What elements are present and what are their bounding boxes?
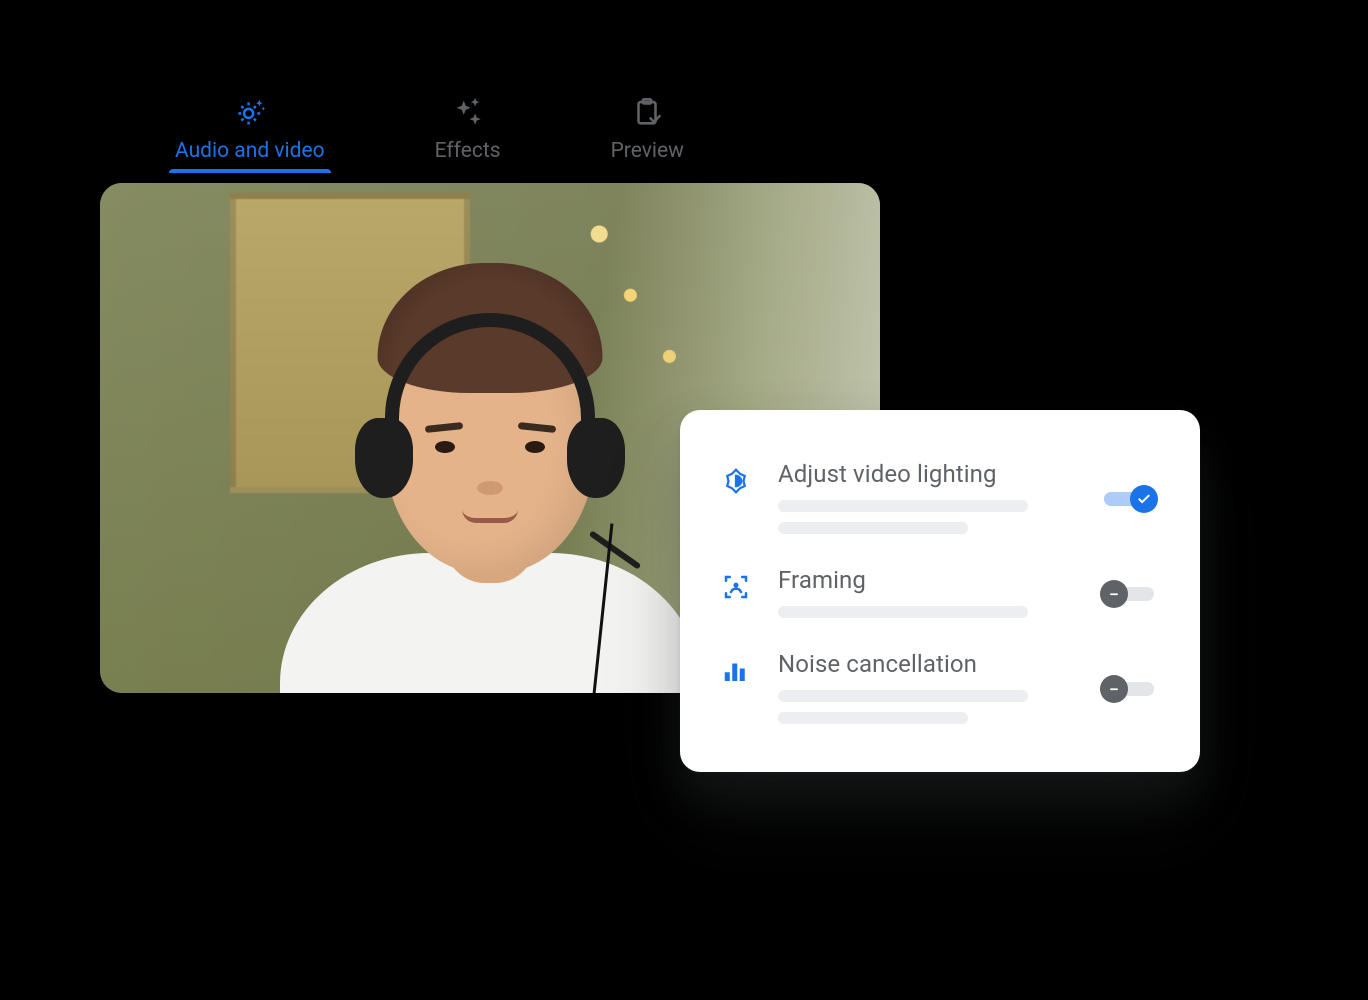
skeleton-line (778, 522, 968, 534)
setting-title: Noise cancellation (778, 650, 1078, 678)
settings-tabs: Audio and video Effects (100, 95, 1200, 173)
tab-effects[interactable]: Effects (435, 95, 501, 173)
tab-preview[interactable]: Preview (611, 95, 684, 173)
audio-video-settings-panel: Adjust video lighting Framing (680, 410, 1200, 772)
skeleton-line (778, 690, 1028, 702)
skeleton-line (778, 712, 968, 724)
setting-row-noise-cancellation: Noise cancellation (716, 636, 1164, 742)
minus-icon (1100, 580, 1128, 608)
sparkles-icon (451, 95, 485, 129)
skeleton-line (778, 500, 1028, 512)
brightness-icon (716, 460, 756, 496)
setting-row-framing: Framing (716, 552, 1164, 636)
check-icon (1130, 485, 1158, 513)
frame-person-icon (716, 566, 756, 602)
bars-icon (716, 650, 756, 686)
toggle-noise-cancellation[interactable] (1100, 675, 1158, 703)
tab-audio-and-video[interactable]: Audio and video (175, 95, 325, 173)
tab-label: Preview (611, 139, 684, 163)
skeleton-line (778, 606, 1028, 618)
minus-icon (1100, 675, 1128, 703)
clipboard-check-icon (630, 95, 664, 129)
tab-label: Effects (435, 139, 501, 163)
setting-row-lighting: Adjust video lighting (716, 446, 1164, 552)
tab-active-indicator (169, 169, 331, 173)
toggle-framing[interactable] (1100, 580, 1158, 608)
toggle-lighting[interactable] (1100, 485, 1158, 513)
gear-sparkle-icon (233, 95, 267, 129)
tab-label: Audio and video (175, 139, 325, 163)
setting-title: Framing (778, 566, 1078, 594)
setting-title: Adjust video lighting (778, 460, 1078, 488)
